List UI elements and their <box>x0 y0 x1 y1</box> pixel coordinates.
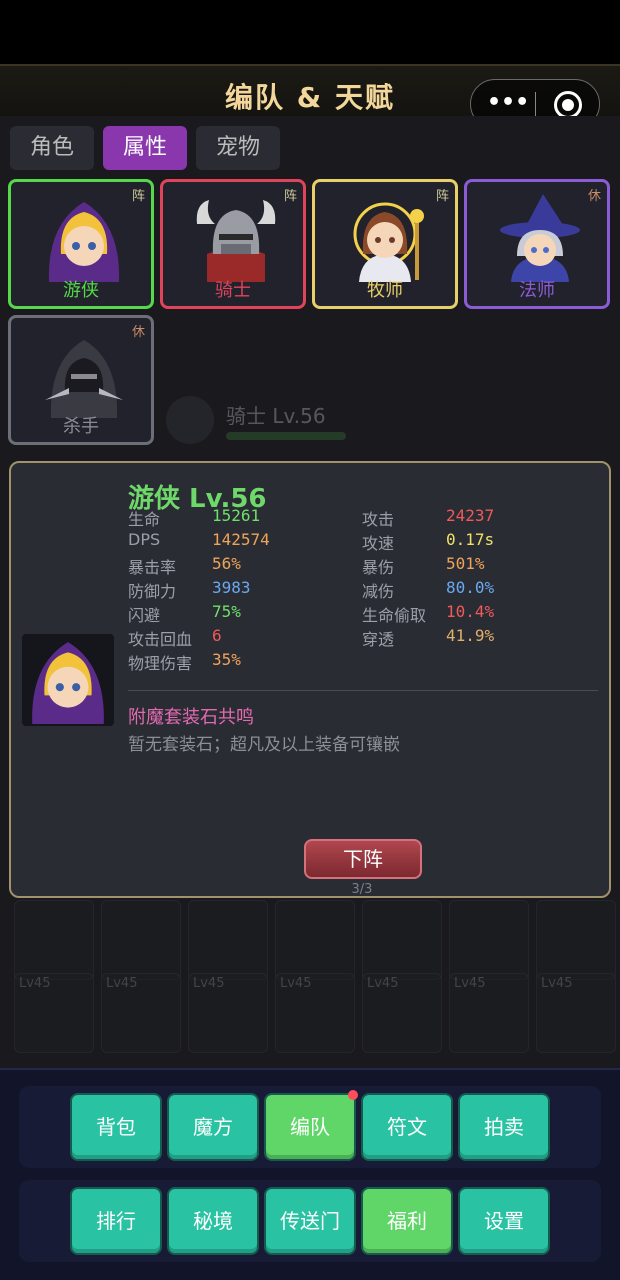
stat-value: 501% <box>446 554 485 573</box>
status-flag: 阵 <box>131 189 145 204</box>
inventory-slot[interactable]: Lv45 <box>536 973 616 1053</box>
stat-label: 暴击率 <box>128 558 177 577</box>
nav-auction-button[interactable]: 拍卖 <box>458 1093 550 1161</box>
stat-label: 攻击回血 <box>128 630 193 649</box>
hero-card-knight[interactable]: 阵 骑士 <box>160 179 306 309</box>
stat-label: 穿透 <box>362 630 395 649</box>
stat-value: 6 <box>212 626 222 645</box>
stat-label: 闪避 <box>128 606 161 625</box>
stat-label: 防御力 <box>128 582 177 601</box>
inventory-slot[interactable]: Lv45 <box>362 973 442 1053</box>
hero-name: 法师 <box>519 280 555 301</box>
divider <box>128 690 598 691</box>
tab-role[interactable]: 角色 <box>10 126 94 170</box>
nav-settings-button[interactable]: 设置 <box>458 1187 550 1255</box>
ghost-progress-bar <box>226 432 346 440</box>
stat-value: 35% <box>212 650 241 669</box>
slot-level-tag: Lv45 <box>541 976 573 991</box>
tab-pets[interactable]: 宠物 <box>196 126 280 170</box>
inventory-slot[interactable] <box>536 900 616 980</box>
stat-value: 41.9% <box>446 626 495 645</box>
inventory-slot[interactable] <box>101 900 181 980</box>
hero-name: 杀手 <box>63 416 99 437</box>
hero-card-priest[interactable]: 阵 牧师 <box>312 179 458 309</box>
stat-value: 56% <box>212 554 241 573</box>
stat-value: 24237 <box>446 506 495 525</box>
status-flag: 阵 <box>435 189 449 204</box>
slot-level-tag: Lv45 <box>106 976 138 991</box>
hero-card-mage[interactable]: 休 法师 <box>464 179 610 309</box>
priest-portrait-icon <box>353 202 424 282</box>
tab-attributes[interactable]: 属性 <box>103 126 187 170</box>
inventory-slot[interactable]: Lv45 <box>14 973 94 1053</box>
more-icon[interactable]: ••• <box>487 90 529 115</box>
stat-value: 3983 <box>212 578 251 597</box>
stat-value: 0.17s <box>446 530 495 549</box>
mage-portrait-icon <box>500 194 580 282</box>
capsule-divider <box>535 92 536 118</box>
ghost-hero-text: 骑士 Lv.56 <box>226 404 326 428</box>
stat-value: 15261 <box>212 506 261 525</box>
nav-cube-button[interactable]: 魔方 <box>167 1093 259 1161</box>
inventory-slot[interactable]: Lv45 <box>275 973 355 1053</box>
close-target-icon[interactable] <box>554 91 582 119</box>
background-hero-row: 骑士 Lv.56 <box>160 388 460 448</box>
stat-value: 80.0% <box>446 578 495 597</box>
status-bar <box>0 0 620 64</box>
stat-label: 减伤 <box>362 582 395 601</box>
nav-formation-button[interactable]: 编队 <box>264 1093 356 1161</box>
stat-label: DPS <box>128 530 161 549</box>
nav-secret-realm-button[interactable]: 秘境 <box>167 1187 259 1255</box>
stat-value: 142574 <box>212 530 270 549</box>
inventory-slot[interactable] <box>188 900 268 980</box>
hero-name: 骑士 <box>215 280 251 301</box>
status-flag: 休 <box>587 189 601 204</box>
nav-ranking-button[interactable]: 排行 <box>70 1187 162 1255</box>
inventory-slot[interactable] <box>14 900 94 980</box>
ranger-portrait-icon <box>48 202 120 282</box>
status-flag: 阵 <box>283 189 297 204</box>
stat-label: 攻速 <box>362 534 395 553</box>
knight-portrait-icon <box>196 200 276 282</box>
nav-rune-button[interactable]: 符文 <box>361 1093 453 1161</box>
stat-label: 生命偷取 <box>362 606 427 625</box>
stat-label: 生命 <box>128 510 161 529</box>
ghost-avatar-icon <box>166 396 214 444</box>
nav-portal-button[interactable]: 传送门 <box>264 1187 356 1255</box>
nav-welfare-button[interactable]: 福利 <box>361 1187 453 1255</box>
set-resonance-title: 附魔套装石共鸣 <box>128 707 254 728</box>
inventory-slot[interactable]: Lv45 <box>101 973 181 1053</box>
inventory-slot[interactable] <box>275 900 355 980</box>
status-flag: 休 <box>131 325 145 340</box>
hero-card-assassin[interactable]: 休 杀手 <box>8 315 154 445</box>
slot-level-tag: Lv45 <box>454 976 486 991</box>
slot-level-tag: Lv45 <box>193 976 225 991</box>
ranger-portrait-icon <box>32 642 104 724</box>
stat-value: 10.4% <box>446 602 495 621</box>
hero-name: 游侠 <box>63 280 99 301</box>
inventory-slot[interactable] <box>449 900 529 980</box>
hero-card-ranger[interactable]: 阵 游侠 <box>8 179 154 309</box>
stat-label: 暴伤 <box>362 558 395 577</box>
slot-level-tag: Lv45 <box>367 976 399 991</box>
page-indicator: 3/3 <box>351 882 373 897</box>
stat-label: 物理伤害 <box>128 654 193 673</box>
nav-backpack-button[interactable]: 背包 <box>70 1093 162 1161</box>
inventory-slot[interactable]: Lv45 <box>188 973 268 1053</box>
stat-value: 75% <box>212 602 241 621</box>
set-resonance-desc: 暂无套装石；超凡及以上装备可镶嵌 <box>128 735 400 755</box>
inventory-slot[interactable]: Lv45 <box>449 973 529 1053</box>
slot-level-tag: Lv45 <box>280 976 312 991</box>
stat-label: 攻击 <box>362 510 395 529</box>
remove-from-team-button[interactable]: 下阵 <box>304 839 422 879</box>
hero-name: 牧师 <box>367 280 403 301</box>
inventory-slot[interactable] <box>362 900 442 980</box>
notification-dot <box>348 1090 358 1100</box>
detail-portrait <box>22 634 114 726</box>
slot-level-tag: Lv45 <box>19 976 51 991</box>
assassin-portrait-icon <box>45 340 123 418</box>
